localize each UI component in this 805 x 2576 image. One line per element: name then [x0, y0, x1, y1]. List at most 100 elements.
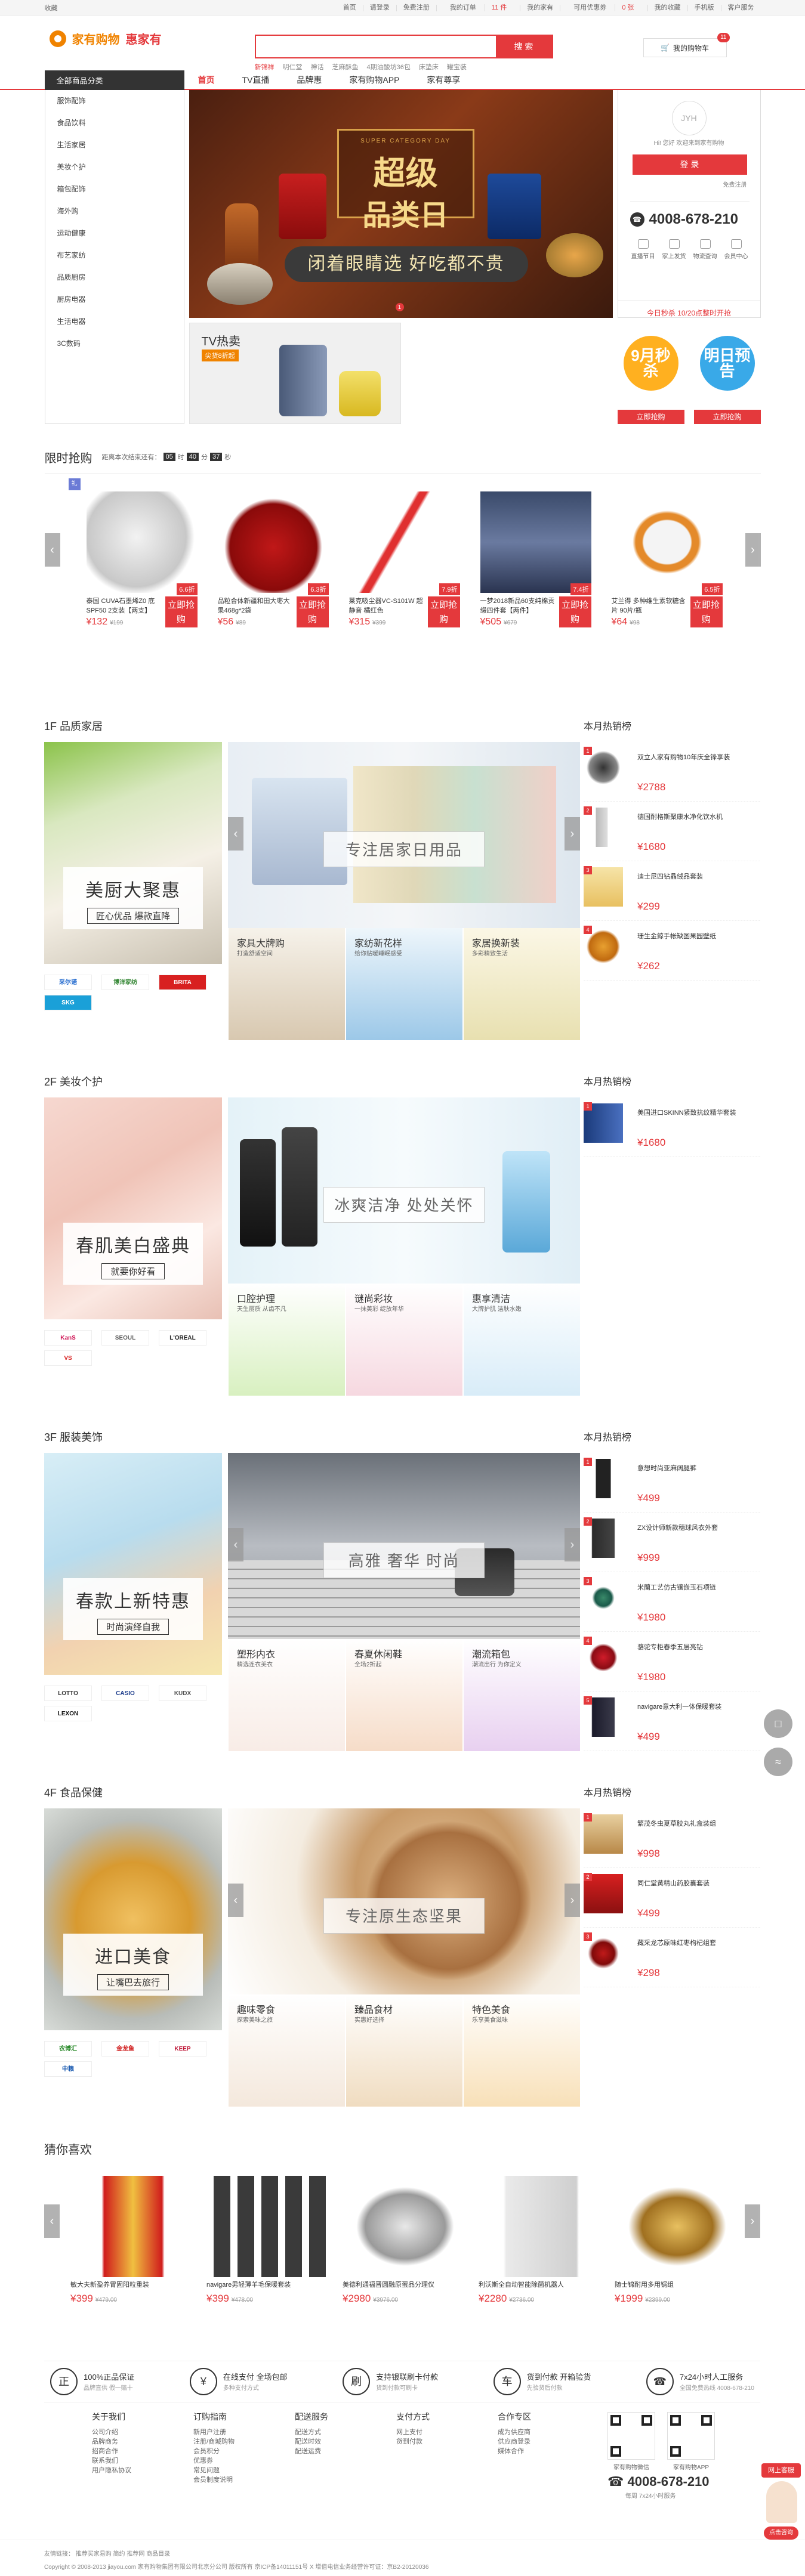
brand-logo[interactable]: SEOUL — [101, 1330, 149, 1346]
brand-logo[interactable]: KUDX — [159, 1686, 206, 1701]
brand-logo[interactable]: SKG — [44, 995, 92, 1010]
category-item[interactable]: 厨房电器 — [45, 289, 184, 311]
rank-item[interactable]: 5 navigare意大利一体保暖套装 ¥499 — [584, 1691, 760, 1751]
nav-brand[interactable]: 品牌惠 — [283, 74, 335, 86]
announcement[interactable]: 今日秒杀 10/20点整时开抢 — [618, 300, 760, 318]
carousel-slide[interactable]: 专注原生态坚果 ‹ › — [228, 1808, 580, 1994]
sub-category[interactable]: 趣味零食 探索美味之旅 — [228, 1994, 345, 2107]
my-orders-link[interactable]: 我的订单 11 件 — [436, 4, 520, 11]
rank-item[interactable]: 3 迪士尼四钻晶绒品套装 ¥299 — [584, 861, 760, 921]
footer-link[interactable]: 招商合作 — [92, 2447, 164, 2456]
consult-button[interactable]: 点击咨询 — [764, 2526, 798, 2540]
floor-feature[interactable]: 进口美食 让嘴巴去旅行 农博汇 金龙鱼 KEEP 中粮 — [44, 1808, 222, 2107]
rank-item[interactable]: 3 米蘭工艺仿古镶嵌玉石项链 ¥1980 — [584, 1572, 760, 1632]
flash-item[interactable]: 7.4折 一梦2018新品60支纯棉贡缎四件套【两件】 立即抢购 ¥505 ¥67… — [474, 491, 597, 629]
nav-home[interactable]: 首页 — [184, 74, 229, 86]
buy-now-button[interactable]: 立即抢购 — [296, 596, 329, 627]
footer-link[interactable]: 用户隐私协议 — [92, 2466, 164, 2475]
rank-item[interactable]: 1 繁茂冬虫夏草胶丸礼盒装组 ¥998 — [584, 1808, 760, 1868]
carousel-slide[interactable]: 冰爽洁净 处处关怀 — [228, 1097, 580, 1284]
sub-category[interactable]: 特色美食 乐享美食滋味 — [463, 1994, 580, 2107]
hero-carousel[interactable]: SUPER CATEGORY DAY 超级 品类日 闭着眼睛选 好吃都不贵 1 — [189, 90, 613, 318]
cart-button[interactable]: 🛒 我的购物车 11 — [643, 33, 730, 57]
category-item[interactable]: 运动健康 — [45, 222, 184, 245]
carousel-dot[interactable]: 1 — [395, 303, 404, 311]
member-center-link[interactable]: 会员中心 — [723, 239, 750, 260]
brand-logo[interactable]: VS — [44, 1350, 92, 1366]
footer-link[interactable]: 供应商登录 — [498, 2437, 569, 2447]
brand-logo[interactable]: 中粮 — [44, 2061, 92, 2077]
category-item[interactable]: 箱包配饰 — [45, 178, 184, 200]
sub-category[interactable]: 谜尚彩妆 一抹美彩 绽放年华 — [346, 1284, 462, 1396]
rank-item[interactable]: 1 双立人家有购物10年庆全锋享装 ¥2788 — [584, 742, 760, 802]
buy-now-button[interactable]: 立即抢购 — [427, 596, 460, 627]
footer-link[interactable]: 优惠券 — [193, 2456, 265, 2466]
brand-logo[interactable]: L'OREAL — [159, 1330, 206, 1346]
sub-category[interactable]: 口腔护理 天生丽质 从齿不凡 — [228, 1284, 345, 1396]
footer-link[interactable]: 公司介绍 — [92, 2427, 164, 2437]
footer-link[interactable]: 会员积分 — [193, 2447, 265, 2456]
tv-sale-banner[interactable]: TV热卖 尖货8折起 — [189, 323, 401, 424]
brand-logo[interactable]: BRITA — [159, 975, 206, 990]
rank-item[interactable]: 4 骆驼专柜春季五层亮钻 ¥1980 — [584, 1632, 760, 1691]
prev-arrow-icon[interactable]: ‹ — [44, 2204, 60, 2238]
footer-link[interactable]: 媒体合作 — [498, 2447, 569, 2456]
brand-logo[interactable]: LOTTO — [44, 1686, 92, 1701]
register-link[interactable]: 免费注册 — [618, 180, 747, 188]
sub-category[interactable]: 家居换新装 多彩精致生活 — [463, 928, 580, 1040]
next-arrow-icon[interactable]: › — [565, 817, 580, 851]
carousel-slide[interactable]: 高雅 奢华 时尚 ‹ › — [228, 1453, 580, 1639]
prev-arrow-icon[interactable]: ‹ — [44, 533, 60, 567]
flash-item[interactable]: 6.6折 泰国 CUVA石墨烯Z0 底SPF50 2支装【两支】 立即抢购 ¥1… — [81, 491, 203, 629]
next-arrow-icon[interactable]: › — [565, 1528, 580, 1561]
nav-tv-live[interactable]: TV直播 — [229, 74, 283, 86]
buy-now-button[interactable]: 立即抢购 — [165, 596, 198, 627]
rank-item[interactable]: 1 意想时尚亚麻阔腿裤 ¥499 — [584, 1453, 760, 1513]
floor-feature[interactable]: 春款上新特惠 时尚演绎自我 LOTTO CASIO KUDX LEXON — [44, 1453, 222, 1751]
sub-category[interactable]: 塑形内衣 精选连衣美衣 — [228, 1639, 345, 1751]
search-button[interactable]: 搜 索 — [495, 36, 552, 57]
chat-float-icon[interactable]: ≈ — [764, 1748, 792, 1776]
promo-buy-button[interactable]: 立即抢购 — [693, 410, 761, 424]
buy-now-button[interactable]: 立即抢购 — [559, 596, 591, 627]
footer-link[interactable]: 配送时效 — [295, 2437, 366, 2447]
category-item[interactable]: 品质厨房 — [45, 267, 184, 289]
nav-vip[interactable]: 家有尊享 — [413, 74, 474, 86]
preview-promo[interactable]: 明日预告 立即抢购 — [693, 333, 761, 424]
footer-link[interactable]: 货到付款 — [396, 2437, 468, 2447]
register-link[interactable]: 免费注册 — [396, 4, 436, 11]
floor-feature[interactable]: 春肌美白盛典 就要你好看 KanS SEOUL L'OREAL VS — [44, 1097, 222, 1396]
friend-links[interactable]: 友情链接： 推荐买家易购 简约 推荐网 商品目录 — [44, 2549, 170, 2558]
login-button[interactable]: 登 录 — [632, 154, 747, 175]
login-link[interactable]: 请登录 — [362, 4, 396, 11]
footer-link[interactable]: 联系我们 — [92, 2456, 164, 2466]
category-item[interactable]: 食品饮料 — [45, 112, 184, 134]
prev-arrow-icon[interactable]: ‹ — [228, 817, 243, 851]
footer-link[interactable]: 会员制度说明 — [193, 2475, 265, 2485]
logistics-link[interactable]: 物流查询 — [692, 239, 718, 260]
brand-logo[interactable]: 金龙鱼 — [101, 2041, 149, 2057]
category-item[interactable]: 美妆个护 — [45, 156, 184, 178]
brand-logo[interactable]: KanS — [44, 1330, 92, 1346]
floor-feature[interactable]: 美厨大聚惠 匠心优品 爆款直降 采尔诺 博洋家纺 BRITA SKG — [44, 742, 222, 1040]
home-link[interactable]: 首页 — [337, 4, 363, 11]
brand-logo[interactable]: 博洋家纺 — [101, 975, 149, 990]
footer-link[interactable]: 注册/商城购物 — [193, 2437, 265, 2447]
mobile-float-icon[interactable]: □ — [764, 1709, 792, 1738]
flash-item[interactable]: 6.5折 艾兰得 多种维生素软糖含片 90片/瓶 立即抢购 ¥64 ¥98 — [606, 491, 729, 629]
brand-logo[interactable]: CASIO — [101, 1686, 149, 1701]
prev-arrow-icon[interactable]: ‹ — [228, 1884, 243, 1917]
category-item[interactable]: 海外购 — [45, 200, 184, 222]
rank-item[interactable]: 2 ZX设计师新款穗球风衣外套 ¥999 — [584, 1513, 760, 1572]
next-arrow-icon[interactable]: › — [565, 1884, 580, 1917]
footer-link[interactable]: 常见问题 — [193, 2466, 265, 2475]
rank-item[interactable]: 3 藏采龙芯原味红枣枸杞组套 ¥298 — [584, 1928, 760, 1987]
search-input[interactable] — [255, 36, 496, 57]
customer-service-link[interactable]: 客户服务 — [720, 4, 761, 11]
footer-link[interactable]: 网上支付 — [396, 2427, 468, 2437]
carousel-slide[interactable]: 专注居家日用品 ‹ › — [228, 742, 580, 928]
flash-item[interactable]: 7.9折 莱克吸尘器VC-S101W 超静音 橘红色 立即抢购 ¥315 ¥399 — [343, 491, 466, 629]
sub-category[interactable]: 惠享清洁 大牌护肌 洁肤水嫩 — [463, 1284, 580, 1396]
category-item[interactable]: 生活家居 — [45, 134, 184, 156]
rank-item[interactable]: 4 珊生金鲸手帐缺图果园壁纸 ¥262 — [584, 921, 760, 981]
